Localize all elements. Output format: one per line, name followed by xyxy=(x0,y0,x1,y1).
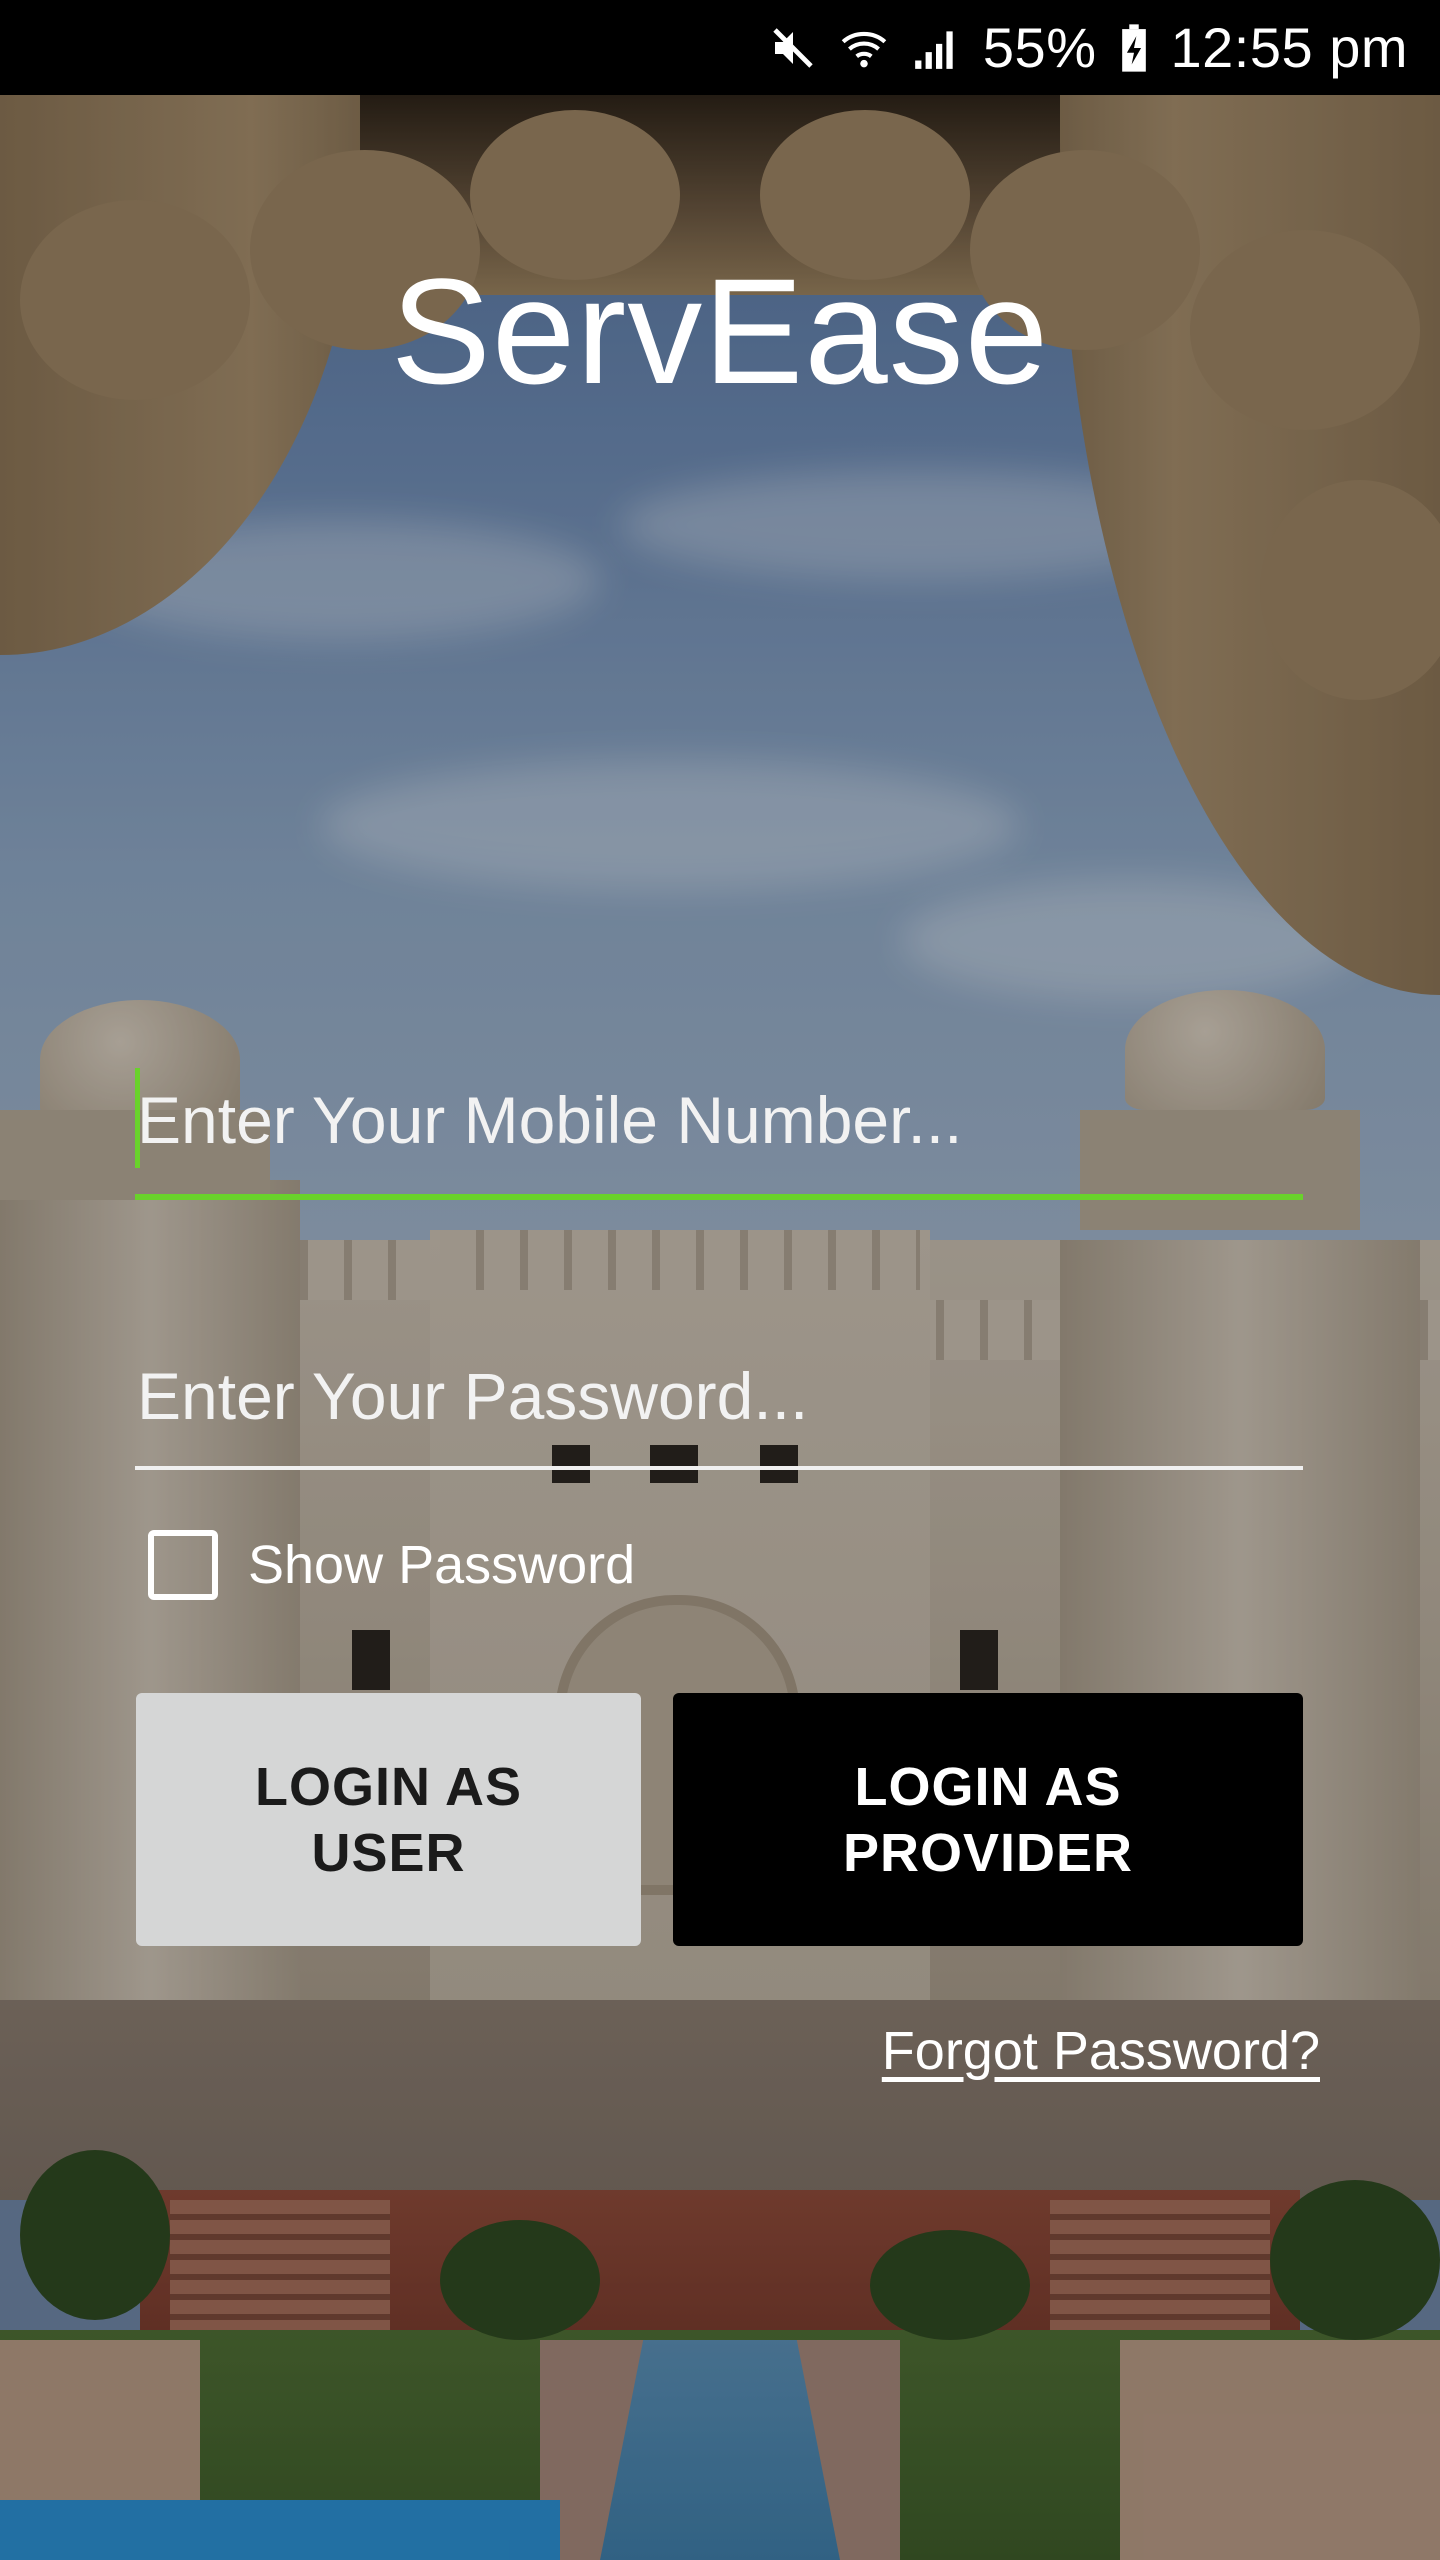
show-password-label[interactable]: Show Password xyxy=(248,1534,635,1596)
status-bar: 55% 12:55 pm xyxy=(0,0,1440,95)
login-as-provider-button[interactable]: LOGIN AS PROVIDER xyxy=(673,1693,1303,1946)
login-as-user-button[interactable]: LOGIN AS USER xyxy=(136,1693,641,1946)
password-field[interactable] xyxy=(135,1340,1303,1470)
battery-percent: 55% xyxy=(982,16,1097,79)
show-password-row[interactable]: Show Password xyxy=(148,1530,635,1600)
mobile-number-input[interactable] xyxy=(135,1060,1303,1194)
clock: 12:55 pm xyxy=(1170,16,1408,79)
battery-charging-icon xyxy=(1119,22,1149,74)
wifi-icon xyxy=(839,23,889,73)
text-cursor xyxy=(135,1068,140,1168)
app-title: ServEase xyxy=(390,247,1050,415)
signal-icon xyxy=(911,23,961,73)
show-password-checkbox[interactable] xyxy=(148,1530,218,1600)
login-as-user-label: LOGIN AS USER xyxy=(254,1756,522,1883)
forgot-password-link[interactable]: Forgot Password? xyxy=(882,2020,1320,2082)
mobile-number-field[interactable] xyxy=(135,1060,1303,1200)
password-input[interactable] xyxy=(135,1340,1303,1466)
mute-icon xyxy=(769,24,817,72)
login-as-provider-label: LOGIN AS PROVIDER xyxy=(842,1756,1134,1883)
